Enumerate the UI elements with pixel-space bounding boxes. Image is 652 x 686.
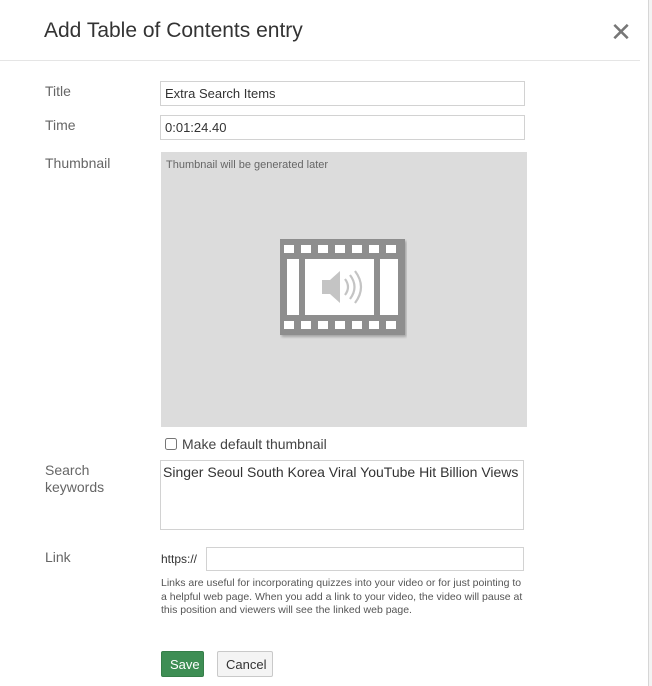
link-input[interactable]	[206, 547, 524, 571]
time-label: Time	[45, 117, 76, 133]
search-keywords-label-line2: keywords	[45, 479, 105, 495]
background-page-edge	[648, 0, 652, 686]
make-default-label: Make default thumbnail	[182, 436, 327, 452]
save-button[interactable]: Save	[161, 651, 204, 677]
title-label: Title	[45, 83, 71, 99]
thumbnail-note: Thumbnail will be generated later	[166, 159, 329, 171]
search-keywords-input[interactable]: Singer Seoul South Korea Viral YouTube H…	[160, 460, 524, 530]
search-keywords-label-line1: Search	[45, 462, 90, 478]
thumbnail-preview: Thumbnail will be generated later	[161, 152, 527, 427]
close-icon[interactable]: ✕	[606, 18, 636, 48]
thumbnail-label: Thumbnail	[45, 155, 111, 171]
dialog-header: Add Table of Contents entry ✕	[0, 0, 640, 61]
link-prefix: https://	[161, 552, 198, 566]
audio-filmstrip-icon	[280, 239, 405, 335]
link-label: Link	[45, 549, 71, 565]
time-input[interactable]	[160, 115, 525, 140]
make-default-checkbox[interactable]	[165, 438, 177, 450]
make-default-thumbnail-row[interactable]: Make default thumbnail	[165, 435, 327, 453]
cancel-button[interactable]: Cancel	[217, 651, 273, 677]
dialog-title: Add Table of Contents entry	[44, 19, 303, 42]
title-input[interactable]	[160, 81, 525, 106]
link-help-text: Links are useful for incorporating quizz…	[161, 577, 523, 616]
